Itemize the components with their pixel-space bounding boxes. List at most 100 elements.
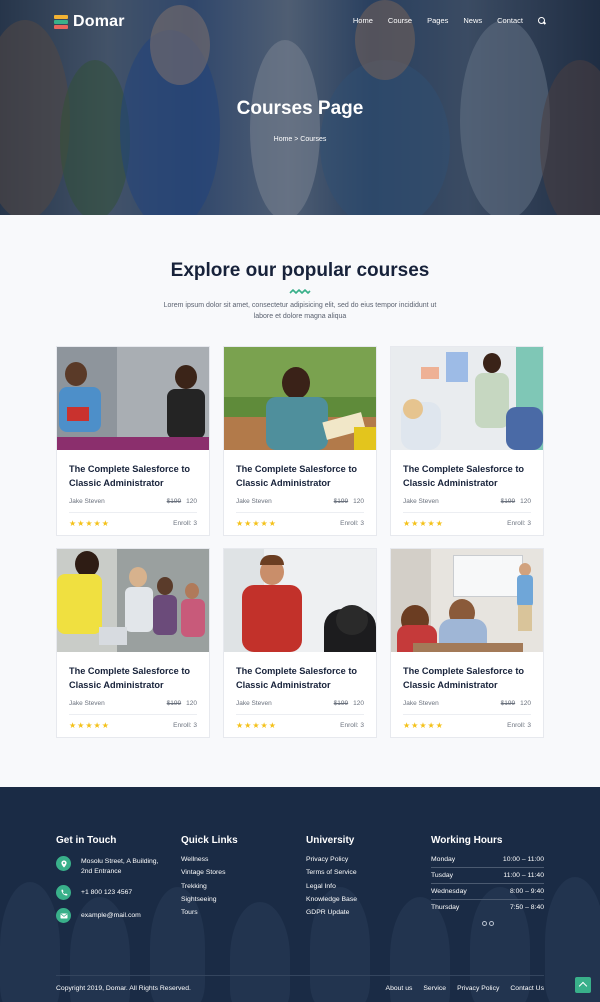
nav-course[interactable]: Course (388, 16, 412, 25)
location-pin-icon (56, 856, 71, 871)
enroll-count: Enroll: 3 (507, 520, 531, 527)
logo[interactable]: Domar (54, 13, 125, 31)
footer-bottom-link[interactable]: About us (386, 985, 413, 992)
footer-link[interactable]: Privacy Policy (306, 856, 406, 863)
course-image[interactable] (57, 347, 209, 450)
carousel-dots[interactable] (482, 921, 496, 926)
course-author: Jake Steven (236, 498, 272, 505)
address-text: Mosolu Street, A Building, 2nd Entrance (81, 858, 159, 875)
course-image[interactable] (224, 347, 376, 450)
footer-heading: Working Hours (431, 835, 503, 846)
course-price: $199 120 (501, 700, 531, 707)
card-divider (236, 714, 364, 715)
card-divider (403, 714, 531, 715)
footer-heading: Get in Touch (56, 835, 117, 846)
course-card[interactable]: The Complete Salesforce to Classic Admin… (390, 346, 544, 536)
course-title[interactable]: The Complete Salesforce to Classic Admin… (403, 462, 537, 490)
search-icon[interactable] (538, 16, 546, 25)
footer-link[interactable]: Tours (181, 909, 281, 916)
site-footer: Get in Touch Mosolu Street, A Building, … (0, 787, 600, 1002)
enroll-count: Enroll: 3 (173, 520, 197, 527)
copyright-text: Copyright 2019, Domar. All Rights Reserv… (56, 985, 191, 992)
old-price: $199 (333, 498, 349, 505)
hours-row: Thursday 7:50 – 8:40 (431, 900, 544, 915)
card-divider (69, 512, 197, 513)
footer-link[interactable]: Wellness (181, 856, 281, 863)
course-title[interactable]: The Complete Salesforce to Classic Admin… (236, 664, 370, 692)
course-card[interactable]: The Complete Salesforce to Classic Admin… (390, 548, 544, 738)
nav-pages[interactable]: Pages (427, 16, 448, 25)
wave-divider-icon (289, 289, 311, 294)
hours-day: Thursday (431, 904, 460, 911)
course-price: $199 120 (334, 498, 364, 505)
hours-time: 7:50 – 8:40 (509, 904, 544, 911)
footer-contact: Get in Touch Mosolu Street, A Building, … (56, 835, 171, 931)
star-rating-icon: ★★★★★ (403, 721, 444, 730)
nav-news[interactable]: News (463, 16, 482, 25)
scroll-to-top-button[interactable] (575, 977, 591, 993)
footer-link[interactable]: Knowledge Base (306, 896, 406, 903)
enroll-count: Enroll: 3 (340, 722, 364, 729)
course-image[interactable] (391, 549, 543, 652)
course-title[interactable]: The Complete Salesforce to Classic Admin… (69, 664, 203, 692)
course-title[interactable]: The Complete Salesforce to Classic Admin… (236, 462, 370, 490)
hours-day: Tusday (431, 872, 454, 879)
course-image[interactable] (57, 549, 209, 652)
nav-home[interactable]: Home (353, 16, 373, 25)
course-card[interactable]: The Complete Salesforce to Classic Admin… (56, 346, 210, 536)
footer-bottom-links: About us Service Privacy Policy Contact … (375, 985, 544, 992)
footer-bottom-link[interactable]: Service (423, 985, 446, 992)
course-card[interactable]: The Complete Salesforce to Classic Admin… (56, 548, 210, 738)
books-logo-icon (54, 15, 68, 29)
logo-text: Domar (73, 13, 125, 30)
current-price: 120 (353, 700, 364, 707)
old-price: $199 (166, 498, 182, 505)
hours-time: 8:00 – 9:40 (509, 888, 544, 895)
footer-heading: University (306, 835, 355, 846)
course-card[interactable]: The Complete Salesforce to Classic Admin… (223, 346, 377, 536)
footer-divider (56, 975, 544, 976)
course-title[interactable]: The Complete Salesforce to Classic Admin… (69, 462, 203, 490)
course-image[interactable] (391, 347, 543, 450)
hours-row: Tusday 11:00 – 11:40 (431, 868, 544, 884)
footer-link[interactable]: Trekking (181, 883, 281, 890)
breadcrumb[interactable]: Home > Courses (0, 136, 600, 143)
course-price: $199 120 (334, 700, 364, 707)
courses-subtitle: Lorem ipsum dolor sit amet, consectetur … (163, 302, 437, 320)
course-author: Jake Steven (69, 700, 105, 707)
card-divider (403, 512, 531, 513)
footer-working-hours: Working Hours Monday 10:00 – 11:00 Tusday… (431, 835, 544, 915)
footer-link[interactable]: Legal Info (306, 883, 406, 890)
footer-university: University Privacy Policy Terms of Servi… (306, 835, 406, 922)
carousel-dot[interactable] (489, 921, 494, 926)
card-divider (69, 714, 197, 715)
course-author: Jake Steven (236, 700, 272, 707)
footer-bottom-link[interactable]: Contact Us (510, 985, 544, 992)
star-rating-icon: ★★★★★ (69, 721, 110, 730)
carousel-dot[interactable] (482, 921, 487, 926)
footer-background-shape (545, 877, 600, 1002)
star-rating-icon: ★★★★★ (69, 519, 110, 528)
current-price: 120 (186, 498, 197, 505)
hours-row: Monday 10:00 – 11:00 (431, 852, 544, 868)
course-author: Jake Steven (403, 498, 439, 505)
email-text[interactable]: example@mail.com (81, 908, 141, 921)
old-price: $199 (333, 700, 349, 707)
hero-banner: Domar Home Course Pages News Contact Cou… (0, 0, 600, 215)
nav-contact[interactable]: Contact (497, 16, 523, 25)
enroll-count: Enroll: 3 (507, 722, 531, 729)
enroll-count: Enroll: 3 (173, 722, 197, 729)
footer-link[interactable]: Vintage Stores (181, 869, 281, 876)
footer-bottom-link[interactable]: Privacy Policy (457, 985, 499, 992)
course-price: $199 120 (167, 498, 197, 505)
hours-day: Wednesday (431, 888, 467, 895)
course-title[interactable]: The Complete Salesforce to Classic Admin… (403, 664, 537, 692)
phone-text[interactable]: +1 800 123 4567 (81, 885, 132, 898)
star-rating-icon: ★★★★★ (236, 721, 277, 730)
footer-link[interactable]: GDPR Update (306, 909, 406, 916)
footer-link[interactable]: Sightseeing (181, 896, 281, 903)
course-image[interactable] (224, 549, 376, 652)
address-row: Mosolu Street, A Building, 2nd Entrance (56, 856, 171, 877)
course-card[interactable]: The Complete Salesforce to Classic Admin… (223, 548, 377, 738)
footer-link[interactable]: Terms of Service (306, 869, 406, 876)
